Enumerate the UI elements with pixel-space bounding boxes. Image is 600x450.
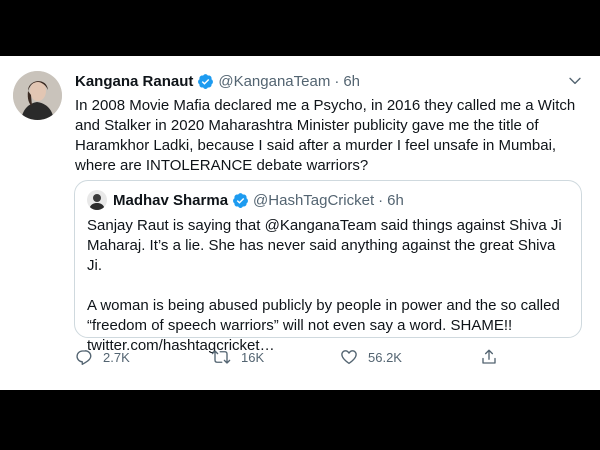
quoted-tweet-body: Sanjay Raut is saying that @KanganaTeam …: [87, 216, 573, 356]
share-icon: [482, 349, 496, 364]
tweet-actions-bar: 2.7K 16K 56.2K: [75, 348, 505, 372]
quoted-paragraph-1: Sanjay Raut is saying that @KanganaTeam …: [87, 217, 562, 274]
tweet-header: Kangana Ranaut @KanganaTeam · 6h: [75, 73, 360, 90]
quoted-author-handle: @HashTagCricket: [253, 191, 375, 209]
verified-badge-icon: [198, 74, 214, 89]
quoted-tweet-header: Madhav Sharma @HashTagCricket · 6h: [87, 190, 404, 210]
quoted-tweet-timestamp: 6h: [387, 191, 404, 209]
like-count: 56.2K: [368, 349, 402, 365]
share-button[interactable]: [480, 348, 508, 366]
author-avatar[interactable]: [13, 71, 62, 120]
retweet-button[interactable]: 16K: [211, 348, 264, 366]
quoted-author-name: Madhav Sharma: [113, 191, 229, 209]
reply-count: 2.7K: [103, 349, 130, 365]
tweet-body: In 2008 Movie Mafia declared me a Psycho…: [75, 97, 576, 174]
quoted-author-avatar: [87, 190, 107, 210]
author-handle[interactable]: @KanganaTeam: [218, 73, 330, 90]
chevron-down-icon[interactable]: [568, 74, 582, 88]
verified-badge-icon: [233, 192, 248, 208]
author-name[interactable]: Kangana Ranaut: [75, 73, 193, 90]
like-button[interactable]: 56.2K: [340, 348, 402, 366]
avatar-image: [13, 71, 62, 120]
retweet-icon: [211, 350, 231, 364]
separator-dot: ·: [378, 191, 384, 209]
quoted-avatar-image: [87, 190, 107, 210]
quoted-tweet[interactable]: Madhav Sharma @HashTagCricket · 6h Sanja…: [74, 180, 582, 354]
reply-icon: [76, 350, 92, 365]
separator-dot: ·: [334, 73, 340, 90]
tweet-card[interactable]: Kangana Ranaut @KanganaTeam · 6h In 2008…: [0, 56, 600, 390]
like-icon: [341, 350, 357, 365]
reply-button[interactable]: 2.7K: [75, 348, 130, 366]
tweet-timestamp[interactable]: 6h: [343, 73, 360, 90]
retweet-count: 16K: [241, 349, 265, 365]
quoted-paragraph-2: A woman is being abused publicly by peop…: [87, 297, 560, 354]
